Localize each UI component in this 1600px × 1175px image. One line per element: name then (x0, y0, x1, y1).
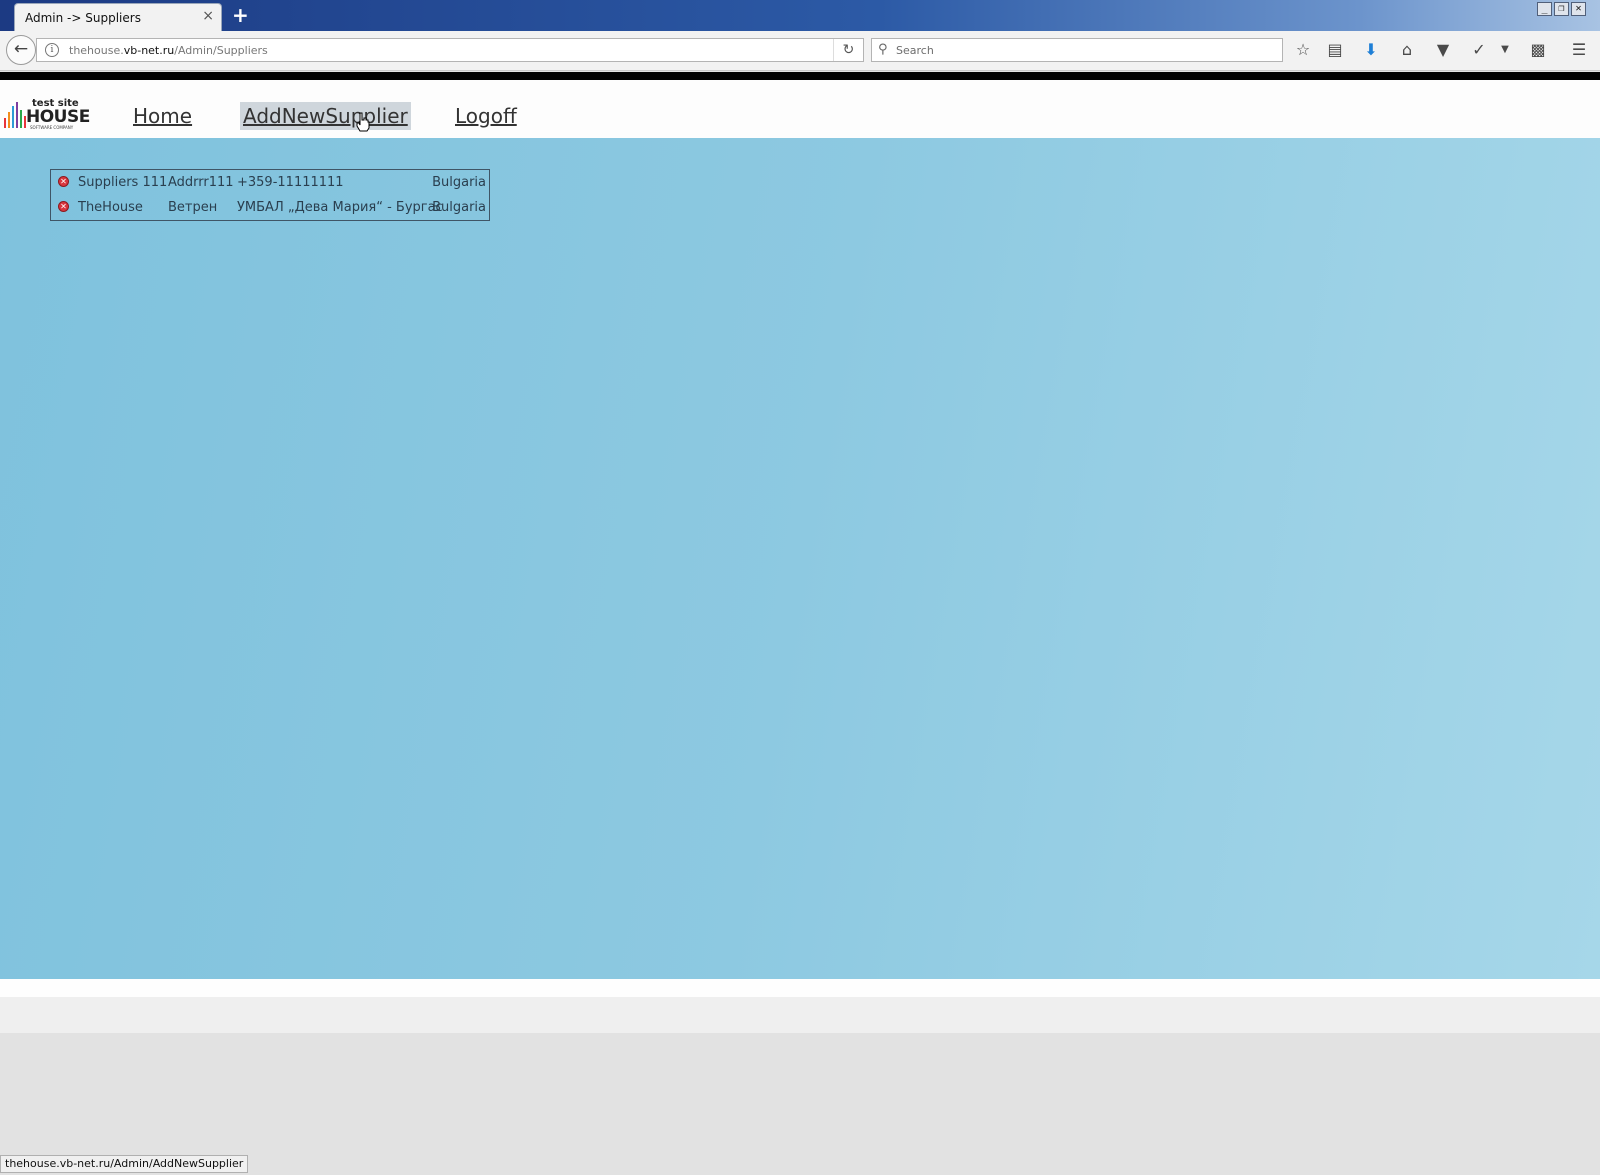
hand-cursor-icon (356, 112, 370, 132)
url-domain: vb-net.ru (123, 44, 175, 57)
url-prefix: thehouse. (69, 44, 124, 57)
supplier-country: Bulgaria (432, 175, 486, 190)
logo-main-text: HOUSE (26, 107, 90, 127)
delete-icon[interactable]: ✕ (58, 176, 69, 187)
window-close-icon[interactable]: ✕ (1571, 2, 1586, 16)
site-header: test site HOUSE SOFTWARE COMPANY Home Ad… (0, 80, 1600, 138)
download-icon[interactable]: ⬇ (1360, 39, 1382, 61)
new-tab-icon[interactable]: + (232, 3, 249, 27)
chat-icon[interactable]: ▩ (1527, 39, 1549, 61)
supplier-phone: УМБАЛ „Дева Мария“ - Бургас (237, 200, 443, 215)
search-icon: ⚲ (878, 42, 888, 57)
browser-titlebar: Admin -> Suppliers × + _ ❐ ✕ (0, 0, 1600, 31)
pocket-icon[interactable]: ▼ (1432, 39, 1454, 61)
supplier-phone: +359-11111111 (237, 175, 344, 190)
suppliers-table: ✕ Suppliers 111 Addrrr111 +359-11111111 … (50, 169, 490, 221)
minimize-icon[interactable]: _ (1537, 2, 1552, 16)
addon-dropdown-icon[interactable]: ▼ (1494, 39, 1516, 61)
nav-home-link[interactable]: Home (130, 102, 195, 130)
tab-close-icon[interactable]: × (202, 8, 214, 24)
nav-add-new-supplier-link[interactable]: AddNewSupplier (240, 102, 411, 130)
supplier-address: Ветрен (168, 200, 218, 215)
url-bar[interactable]: i thehouse.vb-net.ru/Admin/Suppliers ↻ (36, 38, 864, 62)
menu-hamburger-icon[interactable]: ☰ (1568, 39, 1590, 61)
site-logo[interactable]: test site HOUSE SOFTWARE COMPANY (4, 98, 90, 130)
logo-sub-text: SOFTWARE COMPANY (30, 125, 74, 130)
reload-icon[interactable]: ↻ (833, 39, 863, 61)
tab-title: Admin -> Suppliers (25, 11, 141, 25)
url-path: /Admin/Suppliers (174, 44, 268, 57)
status-bar-url: thehouse.vb-net.ru/Admin/AddNewSupplier (0, 1155, 249, 1173)
supplier-row: ✕ TheHouse Ветрен УМБАЛ „Дева Мария“ - Б… (51, 195, 489, 220)
header-strip (0, 72, 1600, 80)
delete-icon[interactable]: ✕ (58, 201, 69, 212)
logo-bars-icon (4, 102, 26, 128)
url-text: thehouse.vb-net.ru/Admin/Suppliers (69, 44, 268, 57)
footer (0, 997, 1600, 1033)
addon-icon[interactable]: ✓ (1468, 39, 1490, 61)
nav-logoff-link[interactable]: Logoff (452, 102, 520, 130)
bookmarks-list-icon[interactable]: ▤ (1324, 39, 1346, 61)
supplier-address: Addrrr111 (168, 175, 234, 190)
search-placeholder: Search (896, 44, 934, 57)
home-icon[interactable]: ⌂ (1396, 39, 1418, 61)
main-content: ✕ Suppliers 111 Addrrr111 +359-11111111 … (0, 138, 1600, 979)
search-input[interactable]: ⚲ Search (871, 38, 1283, 62)
restore-icon[interactable]: ❐ (1554, 2, 1569, 16)
browser-navbar: ← i thehouse.vb-net.ru/Admin/Suppliers ↻… (0, 31, 1600, 71)
supplier-row: ✕ Suppliers 111 Addrrr111 +359-11111111 … (51, 170, 489, 195)
supplier-name: Suppliers 111 (78, 175, 168, 190)
info-icon[interactable]: i (45, 43, 59, 57)
bookmark-star-icon[interactable]: ☆ (1292, 39, 1314, 61)
back-icon[interactable]: ← (6, 35, 36, 65)
supplier-country: Bulgaria (432, 200, 486, 215)
browser-tab[interactable]: Admin -> Suppliers × (14, 3, 222, 31)
footer-band (0, 979, 1600, 997)
supplier-name: TheHouse (78, 200, 143, 215)
